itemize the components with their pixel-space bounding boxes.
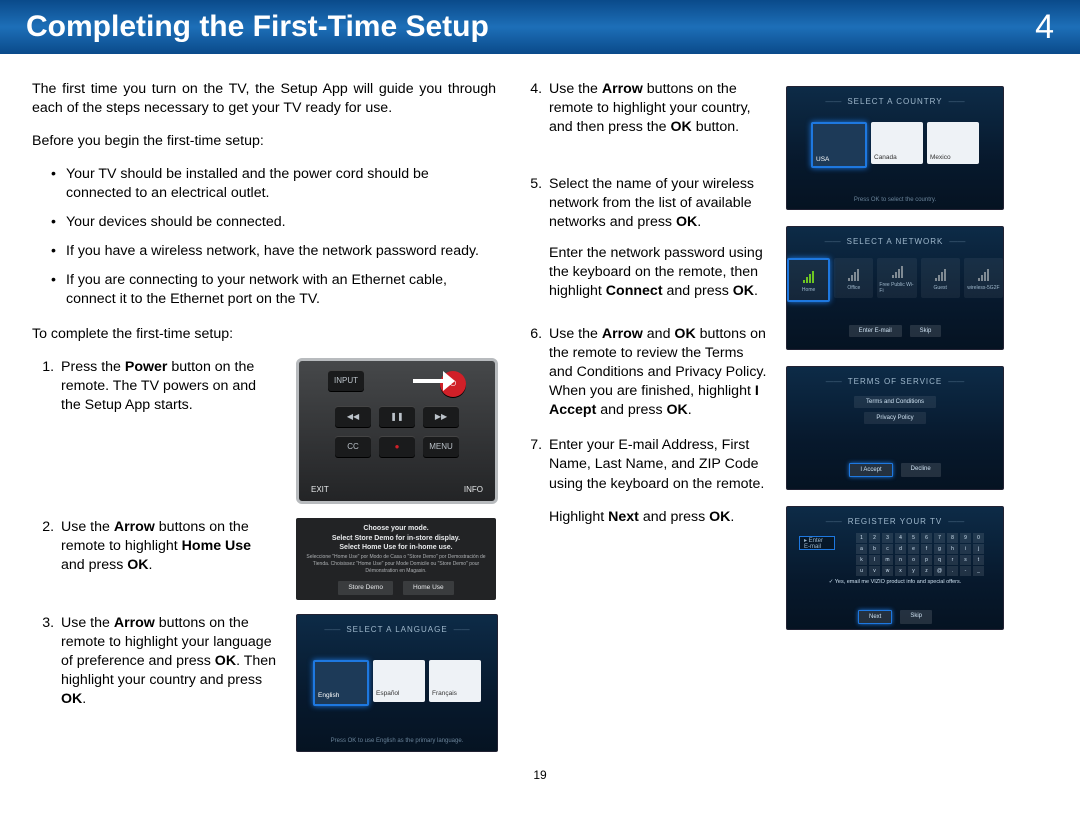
before-list: Your TV should be installed and the powe… bbox=[32, 165, 496, 309]
page-number: 19 bbox=[0, 768, 1080, 782]
rec-button: ● bbox=[379, 437, 415, 457]
country-image: SELECT A COUNTRY USA Canada Mexico Press… bbox=[786, 86, 1004, 210]
lang-english: English bbox=[313, 660, 369, 706]
info-label: INFO bbox=[464, 485, 483, 496]
ff-button: ▶▶ bbox=[423, 407, 459, 427]
steps-list-left: Press the Power button on the remote. Th… bbox=[32, 358, 278, 431]
lang-french: Français bbox=[429, 660, 481, 702]
step-2: Use the Arrow buttons on the remote to h… bbox=[58, 518, 278, 575]
bold-power: Power bbox=[125, 359, 168, 375]
step-3: Use the Arrow buttons on the remote to h… bbox=[58, 614, 278, 709]
register-image: REGISTER YOUR TV ▸ Enter E-mail 12345678… bbox=[786, 506, 1004, 630]
cc-button: CC bbox=[335, 437, 371, 457]
to-complete-lead: To complete the first-time setup: bbox=[32, 325, 496, 344]
before-item: If you are connecting to your network wi… bbox=[66, 271, 496, 309]
left-column: The first time you turn on the TV, the S… bbox=[32, 80, 496, 752]
before-item: Your TV should be installed and the powe… bbox=[66, 165, 496, 203]
right-column: Use the Arrow buttons on the remote to h… bbox=[520, 80, 1056, 752]
exit-label: EXIT bbox=[311, 485, 329, 496]
chapter-title: Completing the First-Time Setup bbox=[26, 10, 489, 44]
arrow-icon bbox=[413, 371, 459, 391]
home-use-button: Home Use bbox=[403, 581, 454, 596]
step-6: Use the Arrow and OK buttons on the remo… bbox=[546, 325, 768, 420]
menu-button: MENU bbox=[423, 437, 459, 457]
chapter-header: Completing the First-Time Setup 4 bbox=[0, 0, 1080, 54]
steps-list-left-3: Use the Arrow buttons on the remote to h… bbox=[32, 614, 278, 725]
pause-button: ❚❚ bbox=[379, 407, 415, 427]
before-item: If you have a wireless network, have the… bbox=[66, 242, 496, 261]
input-button: INPUT bbox=[328, 371, 364, 391]
step-7: Enter your E-mail Address, First Name, L… bbox=[546, 436, 768, 526]
store-demo-button: Store Demo bbox=[338, 581, 393, 596]
before-lead: Before you begin the first-time setup: bbox=[32, 132, 496, 151]
chapter-number: 4 bbox=[1035, 8, 1054, 47]
step-1: Press the Power button on the remote. Th… bbox=[58, 358, 278, 415]
remote-image: INPUT ⏻ ◀◀ ❚❚ ▶▶ CC ● MENU EXIT bbox=[296, 358, 496, 504]
page-content: The first time you turn on the TV, the S… bbox=[0, 54, 1080, 762]
intro-paragraph: The first time you turn on the TV, the S… bbox=[32, 80, 496, 118]
step-4: Use the Arrow buttons on the remote to h… bbox=[546, 80, 768, 137]
lang-spanish: Español bbox=[373, 660, 425, 702]
steps-list-right: Use the Arrow buttons on the remote to h… bbox=[520, 80, 768, 527]
country-mexico: Mexico bbox=[927, 122, 979, 164]
tos-image: TERMS OF SERVICE Terms and Conditions Pr… bbox=[786, 366, 1004, 490]
steps-list-left-2: Use the Arrow buttons on the remote to h… bbox=[32, 518, 278, 591]
country-usa: USA bbox=[811, 122, 867, 168]
country-canada: Canada bbox=[871, 122, 923, 164]
rewind-button: ◀◀ bbox=[335, 407, 371, 427]
before-item: Your devices should be connected. bbox=[66, 213, 496, 232]
step-5: Select the name of your wireless network… bbox=[546, 175, 768, 301]
network-image: SELECT A NETWORK Home Office Free Public… bbox=[786, 226, 1004, 350]
language-image: SELECT A LANGUAGE English Español França… bbox=[296, 614, 496, 752]
mode-image: Choose your mode. Select Store Demo for … bbox=[296, 518, 496, 600]
network-home: Home bbox=[787, 258, 830, 302]
